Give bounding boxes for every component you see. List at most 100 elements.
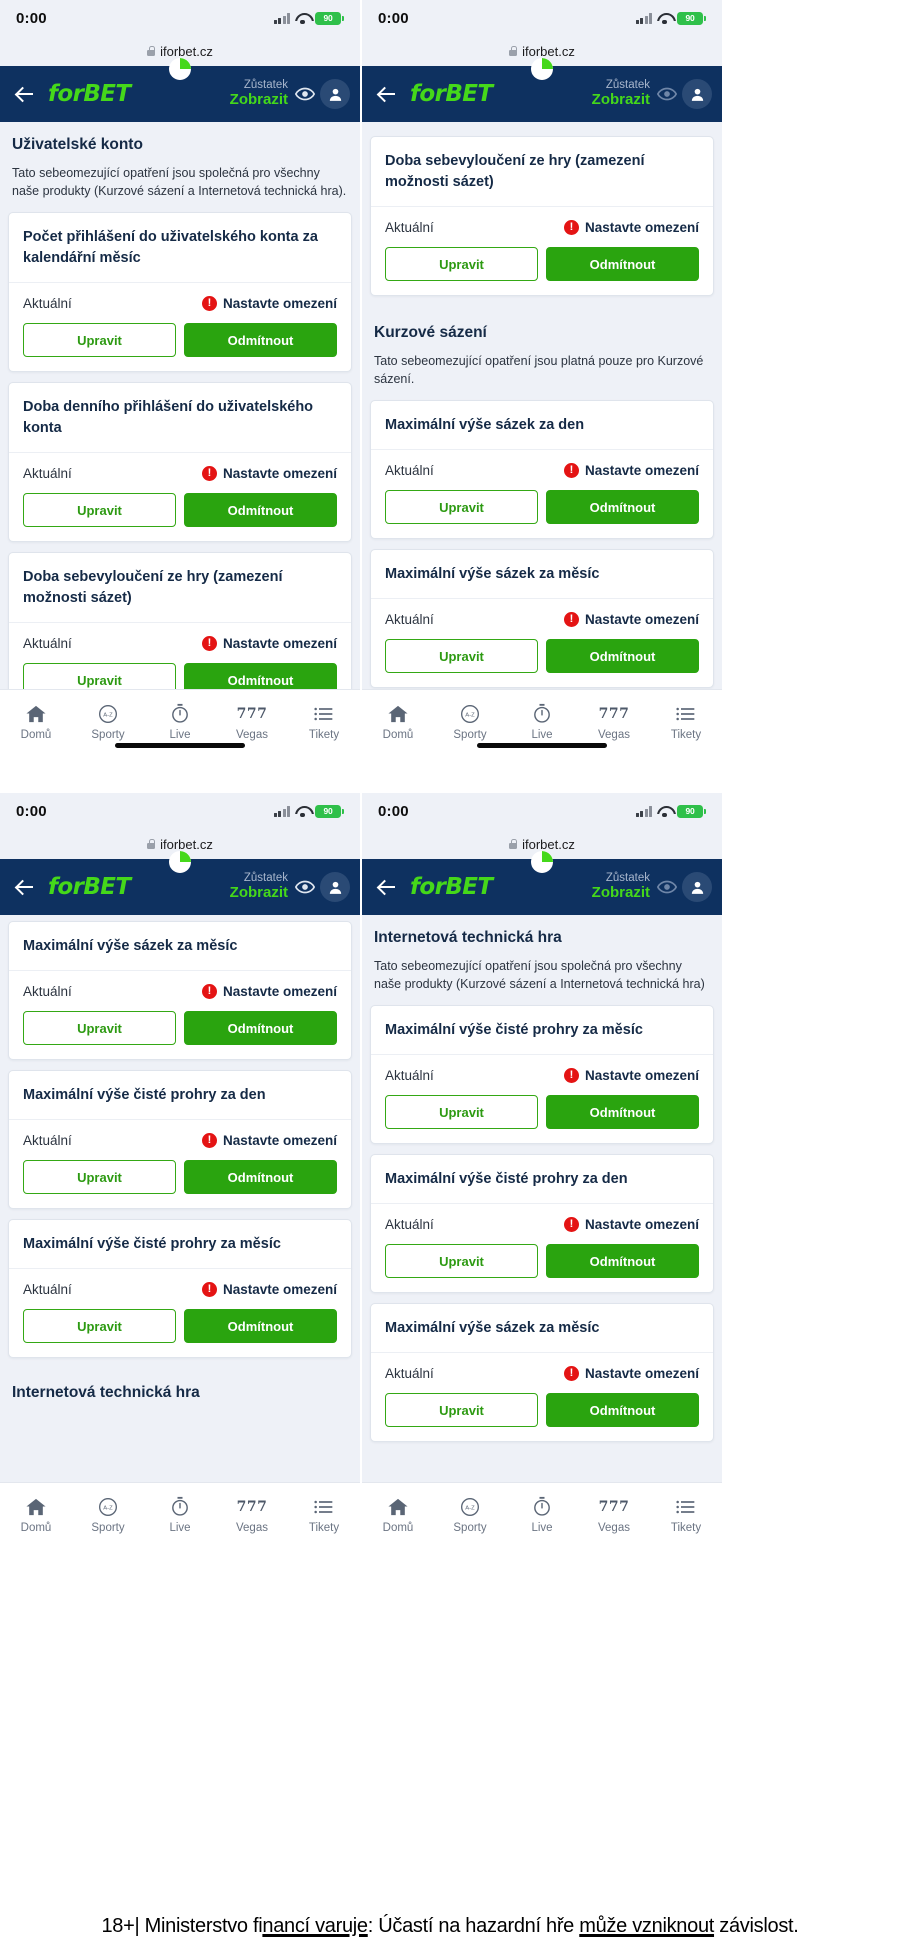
status-text: Nastavte omezení [584, 1068, 699, 1084]
edit-button[interactable]: Upravit [385, 639, 538, 674]
battery-level: 90 [323, 805, 333, 816]
battery-icon: 90 [315, 804, 344, 818]
tab-live[interactable]: Live [506, 1496, 578, 1534]
777-icon: 777 [598, 705, 630, 722]
decline-button[interactable]: Odmítnout [546, 490, 699, 525]
decline-button[interactable]: Odmítnout [184, 323, 337, 358]
page-body[interactable]: Internetová technická hra Tato sebeomezu… [362, 915, 722, 1546]
tab-vegas[interactable]: 777 Vegas [216, 703, 288, 741]
back-arrow-icon[interactable] [10, 872, 40, 902]
balance-value: Zobrazit [229, 884, 288, 902]
limit-title: Doba sebevyloučení ze hry (zamezení možn… [371, 137, 713, 208]
tab-live[interactable]: Live [144, 703, 216, 741]
back-arrow-icon[interactable] [372, 79, 402, 109]
tab-sporty[interactable]: A-Z Sporty [434, 703, 506, 741]
balance-block[interactable]: Zůstatek Zobrazit [592, 872, 656, 902]
forbet-logo[interactable]: forBET [410, 874, 493, 900]
wifi-icon [657, 13, 672, 25]
page-body[interactable]: Doba sebevyloučení ze hry (zamezení možn… [362, 122, 722, 753]
tab-tikety[interactable]: Tikety [288, 1496, 360, 1534]
eye-icon[interactable] [656, 876, 678, 898]
limit-status-value: Nastavte omezení [563, 219, 699, 236]
tab-live[interactable]: Live [144, 1496, 216, 1534]
decline-button[interactable]: Odmítnout [184, 493, 337, 528]
edit-button[interactable]: Upravit [385, 490, 538, 525]
tab-domu[interactable]: Domů [0, 1496, 72, 1534]
tab-tikety[interactable]: Tikety [650, 703, 722, 741]
edit-button[interactable]: Upravit [385, 1244, 538, 1279]
tab-vegas[interactable]: 777 Vegas [578, 1496, 650, 1534]
balance-block[interactable]: Zůstatek Zobrazit [592, 79, 656, 109]
status-time: 0:00 [16, 9, 47, 27]
edit-button[interactable]: Upravit [385, 1393, 538, 1428]
forbet-logo[interactable]: forBET [48, 81, 131, 107]
battery-level: 90 [685, 805, 695, 816]
status-text: Nastavte omezení [584, 612, 699, 628]
limit-title: Doba sebevyloučení ze hry (zamezení možn… [9, 553, 351, 624]
tab-tikety[interactable]: Tikety [288, 703, 360, 741]
sports-az-icon: A-Z [98, 1496, 118, 1518]
page-body[interactable]: Maximální výše sázek za měsíc Aktuální N… [0, 915, 360, 1546]
list-icon [676, 1496, 696, 1518]
decline-button[interactable]: Odmítnout [184, 1160, 337, 1195]
home-icon [25, 703, 47, 725]
edit-button[interactable]: Upravit [23, 1309, 176, 1344]
decline-button[interactable]: Odmítnout [184, 1011, 337, 1046]
tab-vegas[interactable]: 777 Vegas [216, 1496, 288, 1534]
decline-button[interactable]: Odmítnout [546, 247, 699, 282]
tab-label: Vegas [236, 728, 268, 741]
777-icon: 777 [236, 1498, 268, 1515]
status-indicators: 90 [635, 804, 706, 818]
balance-block[interactable]: Zůstatek Zobrazit [230, 872, 294, 902]
edit-button[interactable]: Upravit [23, 1011, 176, 1046]
tab-tikety[interactable]: Tikety [650, 1496, 722, 1534]
url-text: iforbet.cz [160, 836, 213, 852]
edit-button[interactable]: Upravit [23, 493, 176, 528]
tab-sporty[interactable]: A-Z Sporty [434, 1496, 506, 1534]
decline-button[interactable]: Odmítnout [546, 639, 699, 674]
user-avatar-icon[interactable] [682, 872, 712, 902]
forbet-logo[interactable]: forBET [48, 874, 131, 900]
tab-domu[interactable]: Domů [0, 703, 72, 741]
tab-sporty[interactable]: A-Z Sporty [72, 1496, 144, 1534]
lock-icon [509, 839, 518, 849]
app-header: forBET Zůstatek Zobrazit [362, 851, 722, 915]
eye-icon[interactable] [294, 83, 316, 105]
page-body[interactable]: Uživatelské konto Tato sebeomezující opa… [0, 122, 360, 753]
warning-exclamation-icon [563, 1216, 579, 1233]
tab-domu[interactable]: Domů [362, 703, 434, 741]
cellular-bars-icon [635, 12, 652, 24]
tab-vegas[interactable]: 777 Vegas [578, 703, 650, 741]
edit-button[interactable]: Upravit [23, 1160, 176, 1195]
list-icon [676, 703, 696, 725]
status-bar: 0:00 90 [362, 0, 722, 36]
decline-button[interactable]: Odmítnout [184, 1309, 337, 1344]
balance-block[interactable]: Zůstatek Zobrazit [230, 79, 294, 109]
back-arrow-icon[interactable] [372, 872, 402, 902]
status-time: 0:00 [378, 9, 409, 27]
back-arrow-icon[interactable] [10, 79, 40, 109]
sports-az-icon: A-Z [460, 703, 480, 725]
tab-sporty[interactable]: A-Z Sporty [72, 703, 144, 741]
decline-button[interactable]: Odmítnout [546, 1393, 699, 1428]
limit-card: Doba sebevyloučení ze hry (zamezení možn… [370, 136, 714, 297]
forbet-logo[interactable]: forBET [410, 81, 493, 107]
edit-button[interactable]: Upravit [385, 1095, 538, 1130]
legal-text: 18+| Ministerstvo financí varuje: Účastí… [101, 1915, 798, 1938]
decline-button[interactable]: Odmítnout [546, 1095, 699, 1130]
limit-status-row: Aktuální Nastavte omezení [371, 1055, 713, 1095]
limit-card: Maximální výše sázek za měsíc Aktuální N… [370, 549, 714, 689]
edit-button[interactable]: Upravit [385, 247, 538, 282]
user-avatar-icon[interactable] [682, 79, 712, 109]
decline-button[interactable]: Odmítnout [546, 1244, 699, 1279]
tab-domu[interactable]: Domů [362, 1496, 434, 1534]
user-avatar-icon[interactable] [320, 79, 350, 109]
eye-icon[interactable] [656, 83, 678, 105]
user-avatar-icon[interactable] [320, 872, 350, 902]
stopwatch-icon [532, 1496, 552, 1518]
eye-icon[interactable] [294, 876, 316, 898]
limit-title: Maximální výše sázek za den [371, 401, 713, 451]
tab-live[interactable]: Live [506, 703, 578, 741]
tab-label: Live [531, 1521, 553, 1534]
edit-button[interactable]: Upravit [23, 323, 176, 358]
